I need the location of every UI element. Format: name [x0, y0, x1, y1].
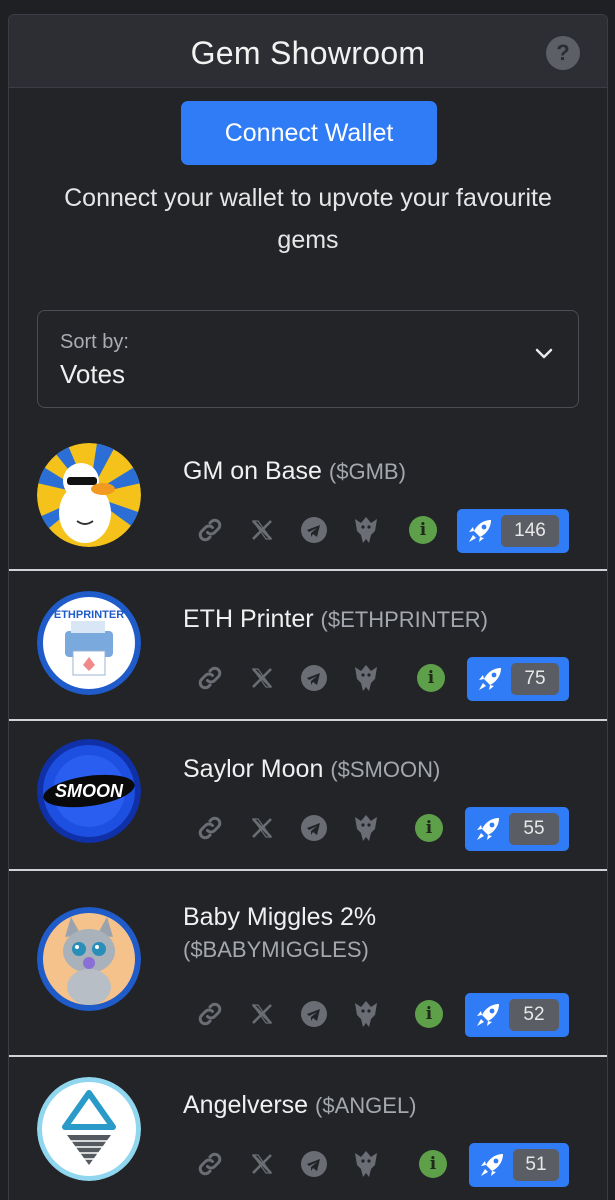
vote-count: 52	[509, 999, 559, 1031]
sort-label: Sort by:	[60, 331, 129, 353]
rocket-icon	[477, 1004, 499, 1026]
gem-showroom-panel: Gem Showroom ? Connect Wallet Connect yo…	[8, 14, 608, 1200]
upvote-button[interactable]: 52	[465, 993, 569, 1037]
x-icon[interactable]	[245, 811, 279, 845]
x-icon[interactable]	[245, 1147, 279, 1181]
gem-ticker: ($GMB)	[328, 459, 406, 484]
vote-count: 55	[509, 813, 559, 845]
gem-title: ETH Printer	[183, 605, 314, 633]
eagle-icon[interactable]	[349, 997, 383, 1031]
gem-links	[193, 513, 401, 547]
gem-title: GM on Base	[183, 457, 322, 485]
x-icon[interactable]	[245, 997, 279, 1031]
info-icon[interactable]: i	[417, 664, 445, 692]
rocket-icon	[477, 818, 499, 840]
gem-item: GM on Base ($GMB) i 146	[9, 423, 607, 571]
question-icon[interactable]: ?	[546, 36, 580, 70]
connect-message: Connect your wallet to upvote your favou…	[64, 184, 552, 254]
info-icon[interactable]: i	[415, 814, 443, 842]
header: Gem Showroom ?	[9, 15, 607, 88]
kitten-avatar[interactable]	[37, 907, 141, 1011]
vote-count: 146	[501, 515, 559, 547]
gem-item: SMOON Saylor Moon ($SMOON) i 55	[9, 723, 607, 871]
gem-name[interactable]: Saylor Moon ($SMOON)	[183, 753, 440, 786]
vote-count: 75	[511, 663, 559, 695]
gem-links	[193, 811, 401, 845]
gem-item: Angelverse ($ANGEL) i 51	[9, 1059, 607, 1200]
avatar-text: ETHPRINTER	[54, 609, 124, 621]
telegram-icon[interactable]	[297, 997, 331, 1031]
chevron-down-icon	[535, 348, 553, 359]
eagle-icon[interactable]	[349, 661, 383, 695]
page-title: Gem Showroom	[190, 35, 426, 71]
upvote-button[interactable]: 146	[457, 509, 569, 553]
rocket-icon	[479, 668, 501, 690]
x-icon[interactable]	[245, 513, 279, 547]
triangle-logo-avatar[interactable]	[37, 1077, 141, 1181]
upvote-button[interactable]: 51	[469, 1143, 569, 1187]
gem-title: Angelverse	[183, 1091, 309, 1119]
x-icon[interactable]	[245, 661, 279, 695]
duck-avatar[interactable]	[37, 443, 141, 547]
gem-name[interactable]: Angelverse ($ANGEL)	[183, 1089, 417, 1122]
eagle-icon[interactable]	[349, 513, 383, 547]
telegram-icon[interactable]	[297, 661, 331, 695]
gem-title: Baby Miggles 2%	[183, 903, 377, 931]
telegram-icon[interactable]	[297, 513, 331, 547]
eagle-icon[interactable]	[349, 811, 383, 845]
link-icon[interactable]	[193, 811, 227, 845]
gem-title: Saylor Moon	[183, 755, 324, 783]
gem-ticker: ($BABYMIGGLES)	[183, 937, 369, 962]
upvote-button[interactable]: 75	[467, 657, 569, 701]
link-icon[interactable]	[193, 1147, 227, 1181]
gem-ticker: ($SMOON)	[330, 757, 441, 782]
gem-links	[193, 997, 401, 1031]
info-icon[interactable]: i	[415, 1000, 443, 1028]
link-icon[interactable]	[193, 661, 227, 695]
upvote-button[interactable]: 55	[465, 807, 569, 851]
link-icon[interactable]	[193, 513, 227, 547]
link-icon[interactable]	[193, 997, 227, 1031]
gem-item: Baby Miggles 2% ($BABYMIGGLES) i 52	[9, 873, 607, 1057]
smoon-coin-avatar[interactable]: SMOON	[37, 739, 141, 843]
telegram-icon[interactable]	[297, 1147, 331, 1181]
vote-count: 51	[513, 1149, 559, 1181]
telegram-icon[interactable]	[297, 811, 331, 845]
gem-links	[193, 1147, 401, 1181]
gem-name[interactable]: GM on Base ($GMB)	[183, 455, 406, 488]
gem-name[interactable]: Baby Miggles 2% ($BABYMIGGLES)	[183, 901, 443, 966]
rocket-icon	[481, 1154, 503, 1176]
gem-name[interactable]: ETH Printer ($ETHPRINTER)	[183, 603, 488, 636]
eagle-icon[interactable]	[349, 1147, 383, 1181]
gem-item: ETHPRINTER ETH Printer ($ETHPRINTER) i 7…	[9, 573, 607, 721]
connect-wallet-button[interactable]: Connect Wallet	[181, 101, 437, 165]
info-icon[interactable]: i	[409, 516, 437, 544]
gem-links	[193, 661, 401, 695]
sort-select[interactable]: Sort by: Votes	[37, 310, 579, 408]
info-icon[interactable]: i	[419, 1150, 447, 1178]
gem-ticker: ($ETHPRINTER)	[320, 607, 488, 632]
avatar-text: SMOON	[55, 781, 124, 801]
rocket-icon	[469, 520, 491, 542]
gem-ticker: ($ANGEL)	[315, 1093, 417, 1118]
printer-avatar[interactable]: ETHPRINTER	[37, 591, 141, 695]
sort-value: Votes	[60, 359, 126, 389]
